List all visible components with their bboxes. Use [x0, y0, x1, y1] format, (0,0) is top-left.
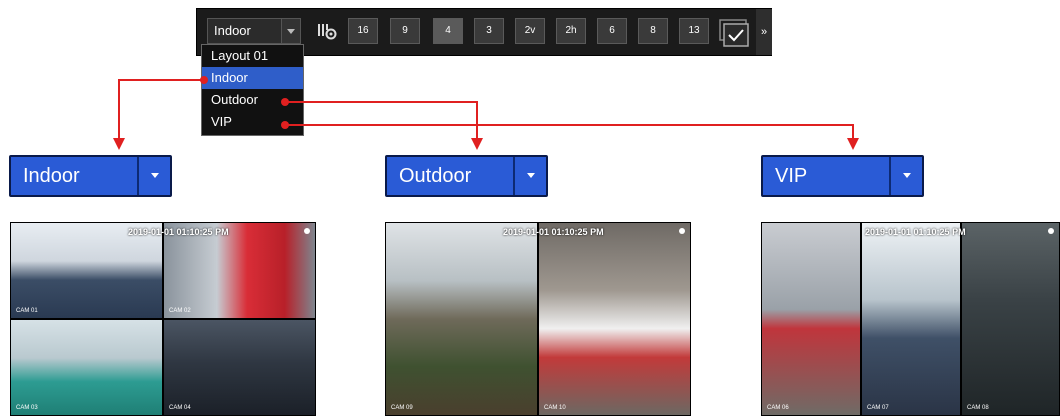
- timestamp: 2019-01-01 01:10:25 PM: [128, 227, 229, 237]
- camera-tile[interactable]: CAM 03: [10, 319, 163, 416]
- camera-label: CAM 01: [16, 308, 38, 314]
- camera-tile[interactable]: CAM 06: [761, 222, 861, 416]
- camera-tile[interactable]: CAM 10: [538, 222, 691, 416]
- camera-label: CAM 03: [16, 405, 38, 411]
- vip-layout-combo[interactable]: VIP: [761, 155, 924, 197]
- camera-tile[interactable]: CAM 08: [961, 222, 1060, 416]
- vip-combo-label: VIP: [775, 165, 808, 187]
- camera-label: CAM 07: [867, 405, 889, 411]
- indoor-combo-label: Indoor: [23, 165, 80, 187]
- user-icon: [304, 228, 310, 234]
- camera-tile[interactable]: CAM 07: [861, 222, 961, 416]
- camera-tile[interactable]: CAM 04: [163, 319, 316, 416]
- outdoor-layout-combo[interactable]: Outdoor: [385, 155, 548, 197]
- user-icon: [1048, 228, 1054, 234]
- timestamp: 2019-01-01 01:10:25 PM: [503, 227, 604, 237]
- camera-label: CAM 09: [391, 405, 413, 411]
- timestamp: 2019-01-01 01:10:25 PM: [865, 227, 966, 237]
- chevron-down-icon[interactable]: [137, 157, 170, 195]
- vip-preview-screen: CAM 06 CAM 07 CAM 08 2019-01-01 01:10:25…: [761, 222, 1060, 416]
- camera-label: CAM 02: [169, 308, 191, 314]
- camera-label: CAM 04: [169, 405, 191, 411]
- indoor-layout-combo[interactable]: Indoor: [9, 155, 172, 197]
- camera-label: CAM 10: [544, 405, 566, 411]
- outdoor-combo-label: Outdoor: [399, 165, 472, 187]
- outdoor-preview-screen: CAM 09 CAM 10 2019-01-01 01:10:25 PM: [385, 222, 691, 416]
- camera-label: CAM 06: [767, 405, 789, 411]
- chevron-down-icon[interactable]: [889, 157, 922, 195]
- indoor-preview-screen: CAM 01 CAM 02 CAM 03 CAM 04 2019-01-01 0…: [10, 222, 316, 416]
- chevron-down-icon[interactable]: [513, 157, 546, 195]
- camera-tile[interactable]: CAM 09: [385, 222, 538, 416]
- user-icon: [679, 228, 685, 234]
- camera-label: CAM 08: [967, 405, 989, 411]
